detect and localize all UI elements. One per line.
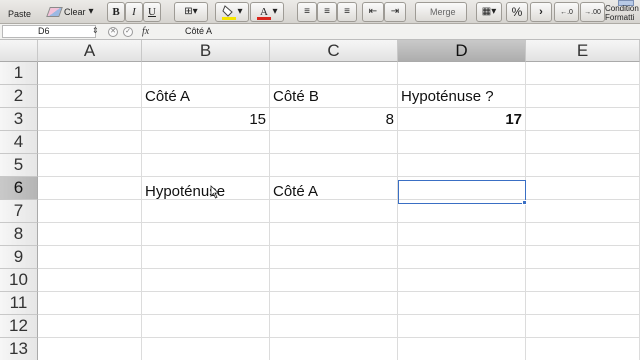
align-right-button[interactable]: ≡ xyxy=(337,2,357,22)
row-header-4[interactable]: 4 xyxy=(0,131,38,154)
formula-controls: ✕ ✓ fx xyxy=(108,25,149,38)
formula-input[interactable]: Côté A xyxy=(185,25,212,38)
fill-handle[interactable] xyxy=(522,200,527,205)
grid-row-line xyxy=(38,291,640,292)
cell-C2[interactable]: Côté B xyxy=(270,85,398,108)
cell-C6[interactable]: Côté A xyxy=(270,180,398,203)
eraser-icon xyxy=(46,7,63,17)
chevron-down-icon: ▾ xyxy=(192,6,198,17)
active-cell-D6[interactable] xyxy=(398,180,526,204)
cancel-icon[interactable]: ✕ xyxy=(108,26,118,37)
row-header-11[interactable]: 11 xyxy=(0,292,38,315)
column-header-E[interactable]: E xyxy=(526,40,640,62)
row-header-2[interactable]: 2 xyxy=(0,85,38,108)
chevron-down-icon: ▾ xyxy=(237,6,243,17)
row-header-8[interactable]: 8 xyxy=(0,223,38,246)
currency-icon: ▦ xyxy=(481,6,492,17)
select-all-corner[interactable] xyxy=(0,40,38,62)
column-header-B[interactable]: B xyxy=(142,40,270,62)
align-right-icon: ≡ xyxy=(344,6,350,17)
column-header-C[interactable]: C xyxy=(270,40,398,62)
cell-D3[interactable]: 17 xyxy=(398,108,526,131)
cell-B2[interactable]: Côté A xyxy=(142,85,270,108)
row-header-9[interactable]: 9 xyxy=(0,246,38,269)
row-header-7[interactable]: 7 xyxy=(0,200,38,223)
grid-row-line xyxy=(38,176,640,177)
row-header-10[interactable]: 10 xyxy=(0,269,38,292)
cell-D2[interactable]: Hypoténuse ? xyxy=(398,85,526,108)
insert-function-button[interactable]: fx xyxy=(142,26,149,37)
comma-style-button[interactable]: › xyxy=(530,2,552,22)
confirm-icon[interactable]: ✓ xyxy=(123,26,133,37)
increase-indent-button[interactable]: ⇥ xyxy=(384,2,406,22)
cell-B3[interactable]: 15 xyxy=(142,108,270,131)
ribbon-toolbar: Paste Clear ▾ B I U ⊞ ▾ ▾ A ▾ ≡ ≡ ≡ ⇤ ⇥ … xyxy=(0,0,640,24)
grid-row-line xyxy=(38,222,640,223)
row-header-1[interactable]: 1 xyxy=(0,62,38,85)
row-header-13[interactable]: 13 xyxy=(0,338,38,360)
increase-decimal-button[interactable]: ←.0 xyxy=(554,2,579,22)
grid-row-line xyxy=(38,245,640,246)
italic-button[interactable]: I xyxy=(125,2,143,22)
formula-bar: D6 ⇕ ✕ ✓ fx Côté A xyxy=(0,24,640,40)
row-header-6[interactable]: 6 xyxy=(0,177,38,200)
bold-button[interactable]: B xyxy=(107,2,125,22)
borders-button[interactable]: ⊞ ▾ xyxy=(174,2,208,22)
font-color-icon: A xyxy=(257,6,272,20)
decrease-indent-button[interactable]: ⇤ xyxy=(362,2,384,22)
decrease-decimal-button[interactable]: →.00 xyxy=(580,2,605,22)
align-center-button[interactable]: ≡ xyxy=(317,2,337,22)
align-center-icon: ≡ xyxy=(324,6,330,17)
chevron-down-icon: ▾ xyxy=(272,6,278,17)
svg-text:A: A xyxy=(260,6,268,18)
chevron-down-icon: ▾ xyxy=(491,6,497,17)
indent-icon: ⇥ xyxy=(390,6,400,17)
grid-row-line xyxy=(38,153,640,154)
grid-row-line xyxy=(38,314,640,315)
chevron-down-icon: ▾ xyxy=(88,6,94,17)
outdent-icon: ⇤ xyxy=(368,6,378,17)
paint-bucket-icon xyxy=(222,5,237,20)
grid-row-line xyxy=(38,268,640,269)
column-header-D[interactable]: D xyxy=(398,40,526,62)
name-box-stepper-icon[interactable]: ⇕ xyxy=(92,26,99,35)
clear-button[interactable]: Clear ▾ xyxy=(46,2,96,22)
borders-icon: ⊞ xyxy=(184,6,193,17)
fill-color-button[interactable]: ▾ xyxy=(215,2,249,22)
clear-label: Clear xyxy=(64,7,86,17)
font-color-button[interactable]: A ▾ xyxy=(250,2,284,22)
percent-button[interactable]: % xyxy=(506,2,528,22)
row-header-12[interactable]: 12 xyxy=(0,315,38,338)
row-header-5[interactable]: 5 xyxy=(0,154,38,177)
underline-button[interactable]: U xyxy=(143,2,161,22)
row-header-3[interactable]: 3 xyxy=(0,108,38,131)
align-left-button[interactable]: ≡ xyxy=(297,2,317,22)
merge-button[interactable]: Merge xyxy=(415,2,467,22)
grid-row-line xyxy=(38,337,640,338)
name-box[interactable]: D6 xyxy=(2,25,96,38)
column-header-A[interactable]: A xyxy=(38,40,142,62)
conditional-formatting-button[interactable]: Condition Formatti xyxy=(605,4,640,22)
number-format-button[interactable]: ▦ ▾ xyxy=(476,2,502,22)
cell-C3[interactable]: 8 xyxy=(270,108,398,131)
mouse-pointer-icon xyxy=(210,185,220,199)
cell-B6[interactable]: Hypoténuse xyxy=(142,180,270,203)
align-left-icon: ≡ xyxy=(304,6,310,17)
